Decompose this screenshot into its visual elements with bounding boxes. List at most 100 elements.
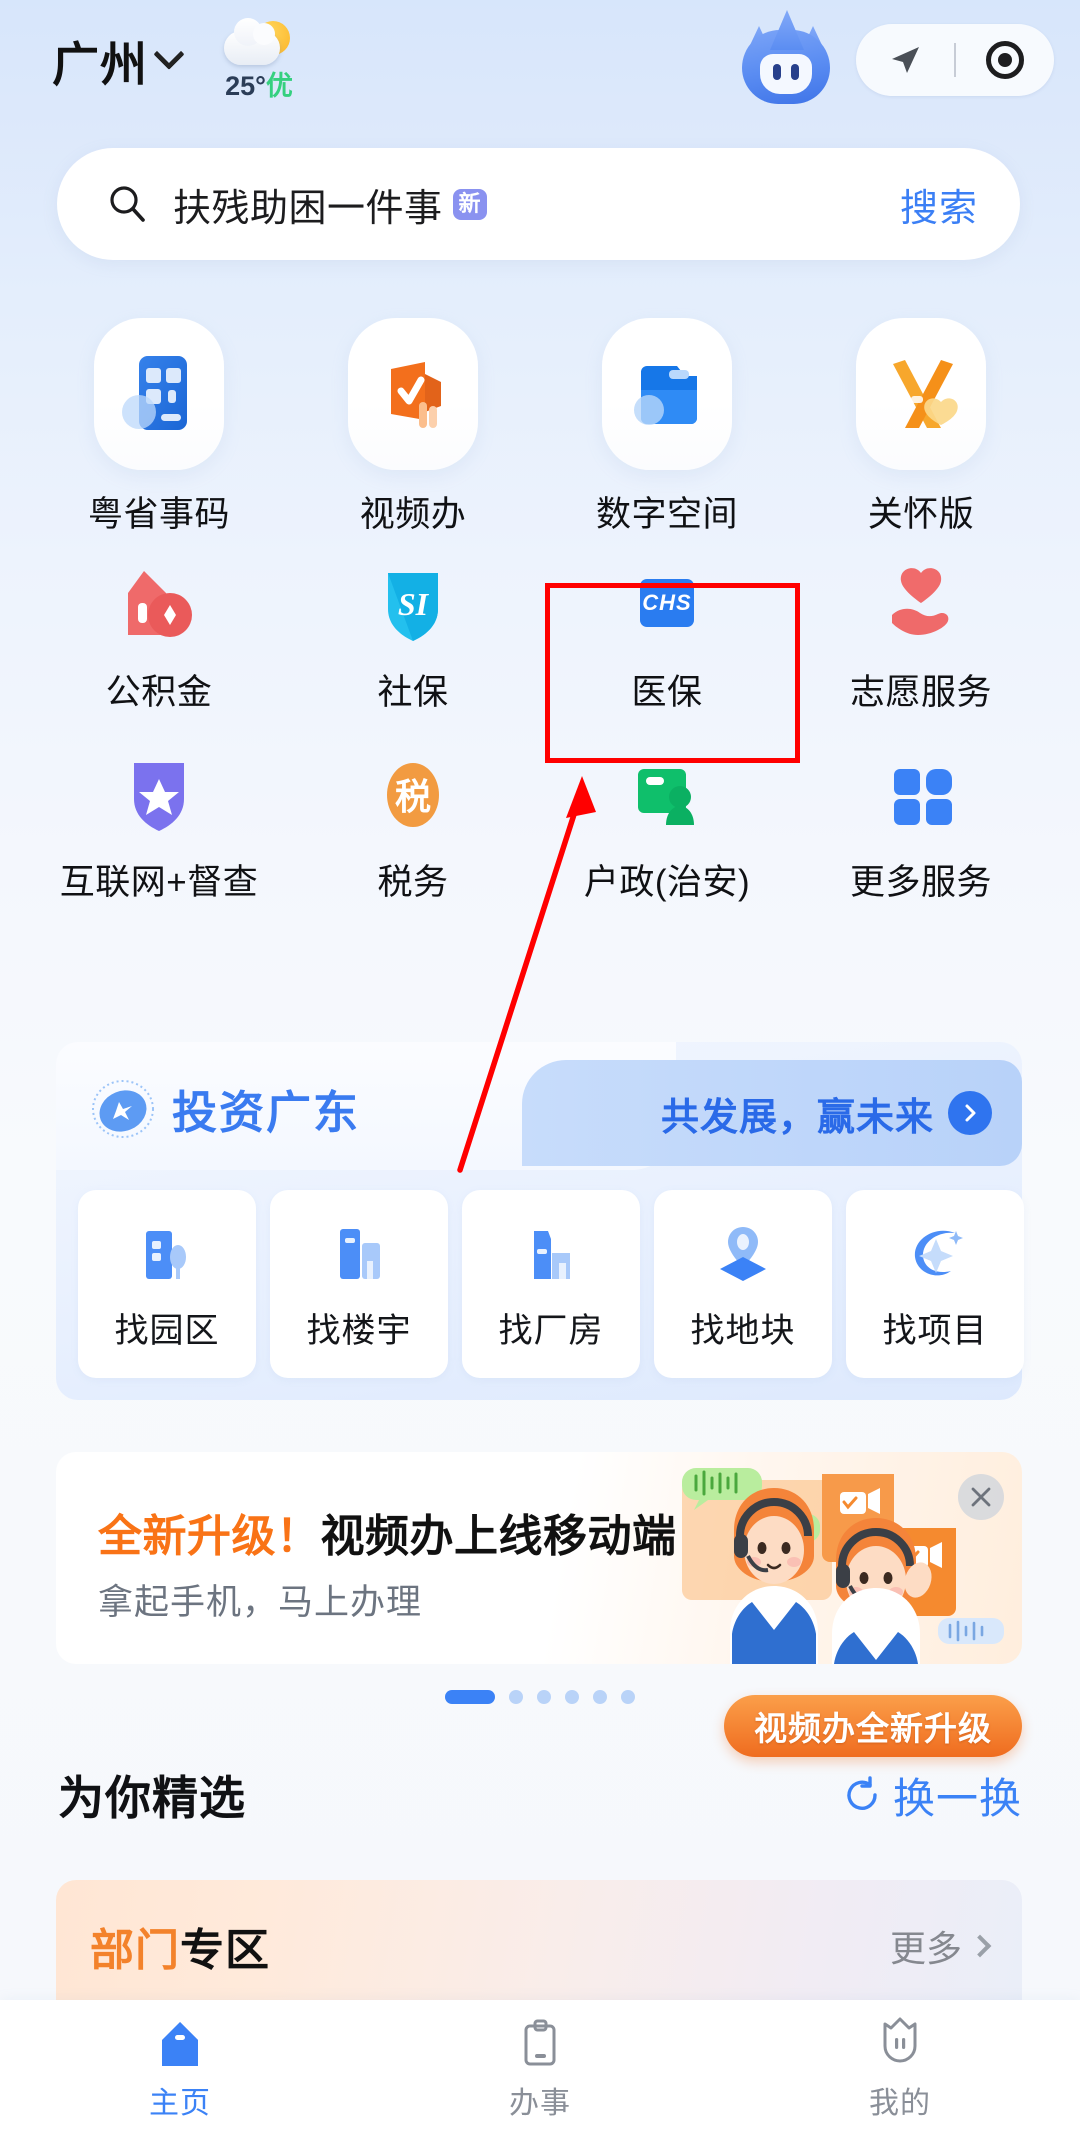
invest-title: 投资广东	[172, 1087, 361, 1138]
city-selector[interactable]: 广州	[52, 26, 185, 95]
search-new-badge: 新	[452, 188, 487, 220]
grid-more-icon	[873, 746, 969, 842]
department-more-button[interactable]: 更多	[889, 1920, 992, 1972]
svg-text:CHS: CHS	[642, 590, 691, 615]
service-label: 互联网+督查	[59, 863, 259, 902]
park-building-icon	[130, 1217, 204, 1291]
invest-item-factory[interactable]: 找厂房	[462, 1190, 640, 1378]
home-icon	[153, 2016, 207, 2070]
service-grid-row-1: 粤省事码 视频办 数字空间 关怀版	[32, 318, 1048, 556]
department-zone-title: 部门专区	[90, 1914, 270, 1978]
tax-oval-icon: 税	[365, 746, 461, 842]
department-more-label: 更多	[889, 1928, 962, 1969]
service-item-household-police[interactable]: 户政(治安)	[540, 746, 794, 936]
video-service-banner[interactable]: 全新升级！视频办上线移动端 拿起手机，马上办理	[56, 1452, 1022, 1664]
target-record-icon[interactable]	[956, 41, 1054, 79]
service-grid-row-3: 互联网+督查 税 税务 户政(治安) 更多服务	[32, 746, 1048, 936]
service-item-care-version[interactable]: 关怀版	[794, 318, 1048, 556]
invest-item-label: 找地块	[690, 1311, 796, 1350]
service-item-tax[interactable]: 税 税务	[286, 746, 540, 936]
care-ribbon-icon	[856, 318, 986, 470]
service-label: 视频办	[359, 495, 467, 534]
department-zone-title-orange: 部门	[90, 1926, 180, 1975]
video-upgrade-pill[interactable]: 视频办全新升级	[724, 1695, 1022, 1757]
factory-icon	[514, 1217, 588, 1291]
qr-card-icon	[94, 318, 224, 470]
carousel-dot[interactable]	[565, 1690, 579, 1704]
mascot-avatar-icon[interactable]	[734, 10, 838, 108]
invest-globe-icon	[92, 1079, 154, 1138]
bottom-tab-bar: 主页 办事 我的	[0, 2000, 1080, 2142]
weather-text: 25°优	[225, 70, 293, 101]
invest-guangdong-card[interactable]: 共发展，赢未来 投资广东 找园区 找楼宇 找厂房 找地块 找项目	[56, 1042, 1024, 1400]
service-label: 数字空间	[595, 495, 738, 534]
service-item-internet-supervision[interactable]: 互联网+督查	[32, 746, 286, 936]
invest-item-building[interactable]: 找楼宇	[270, 1190, 448, 1378]
service-item-video-service[interactable]: 视频办	[286, 318, 540, 556]
invest-item-land[interactable]: 找地块	[654, 1190, 832, 1378]
search-input[interactable]: 扶残助困一件事	[173, 177, 443, 232]
invest-item-label: 找楼宇	[306, 1311, 412, 1350]
service-label: 粤省事码	[87, 495, 230, 534]
tab-services[interactable]: 办事	[360, 2016, 720, 2122]
featured-section-header: 为你精选 换一换	[0, 1762, 1080, 1828]
search-bar[interactable]: 扶残助困一件事 新 搜索	[57, 148, 1020, 260]
refresh-label: 换一换	[892, 1774, 1022, 1822]
mini-program-capsule[interactable]	[856, 24, 1054, 96]
service-label: 社保	[377, 673, 449, 712]
search-button[interactable]: 搜索	[900, 177, 978, 232]
weather-widget[interactable]: 25°优	[222, 17, 296, 101]
refresh-icon	[847, 1776, 877, 1810]
star-shield-icon	[111, 746, 207, 842]
service-item-social-insurance[interactable]: SI 社保	[286, 556, 540, 746]
service-item-yuesheng-code[interactable]: 粤省事码	[32, 318, 286, 556]
carousel-indicator[interactable]	[0, 1690, 1080, 1704]
land-pin-icon	[706, 1217, 780, 1291]
carousel-dot[interactable]	[593, 1690, 607, 1704]
chevron-down-icon	[153, 38, 185, 70]
house-fund-icon	[111, 556, 207, 652]
city-name: 广州	[52, 37, 148, 91]
service-item-volunteer[interactable]: 志愿服务	[794, 556, 1048, 746]
tab-home[interactable]: 主页	[0, 2016, 360, 2122]
tab-profile[interactable]: 我的	[720, 2016, 1080, 2122]
tab-label: 我的	[869, 2087, 931, 2120]
chevron-right-icon	[968, 1934, 992, 1958]
invest-tagline-button[interactable]: 共发展，赢未来	[522, 1060, 1022, 1166]
social-insurance-shield-icon: SI	[365, 556, 461, 652]
search-icon	[110, 186, 145, 222]
department-zone-card[interactable]: 部门专区 更多	[56, 1880, 1022, 2012]
carousel-dot[interactable]	[509, 1690, 523, 1704]
service-label: 志愿服务	[849, 673, 992, 712]
service-label: 关怀版	[867, 495, 975, 534]
service-item-housing-fund[interactable]: 公积金	[32, 556, 286, 746]
banner-title: 全新升级！视频办上线移动端	[98, 1500, 677, 1564]
tab-label: 办事	[509, 2087, 571, 2120]
navigation-arrow-icon[interactable]	[856, 42, 954, 78]
invest-item-project[interactable]: 找项目	[846, 1190, 1024, 1378]
refresh-button[interactable]: 换一换	[843, 1765, 1022, 1826]
video-upgrade-pill-label: 视频办全新升级	[754, 1710, 992, 1747]
invest-item-label: 找园区	[114, 1311, 220, 1350]
header-right-group	[734, 10, 1054, 108]
carousel-dot[interactable]	[445, 1690, 495, 1704]
service-item-medical-insurance[interactable]: CHS 医保	[540, 556, 794, 746]
video-check-icon	[348, 318, 478, 470]
banner-title-highlight: 全新升级！	[98, 1512, 321, 1561]
service-item-digital-space[interactable]: 数字空间	[540, 318, 794, 556]
close-icon[interactable]	[958, 1474, 1004, 1520]
carousel-dot[interactable]	[621, 1690, 635, 1704]
service-item-more-services[interactable]: 更多服务	[794, 746, 1048, 936]
sun-behind-cloud-icon	[222, 17, 296, 71]
service-label: 税务	[377, 863, 449, 902]
service-label: 公积金	[105, 673, 213, 712]
invest-brand: 投资广东	[90, 1076, 360, 1141]
service-grid: 粤省事码 视频办 数字空间 关怀版 公积金 SI 社保 CHS 医保 志愿服务 …	[32, 318, 1048, 936]
chs-medical-card-icon: CHS	[619, 556, 715, 652]
invest-item-park[interactable]: 找园区	[78, 1190, 256, 1378]
heart-hand-icon	[873, 556, 969, 652]
carousel-dot[interactable]	[537, 1690, 551, 1704]
department-zone-title-black: 专区	[180, 1926, 270, 1975]
weather-temperature: 25°	[225, 70, 266, 101]
tab-label: 主页	[149, 2087, 211, 2120]
